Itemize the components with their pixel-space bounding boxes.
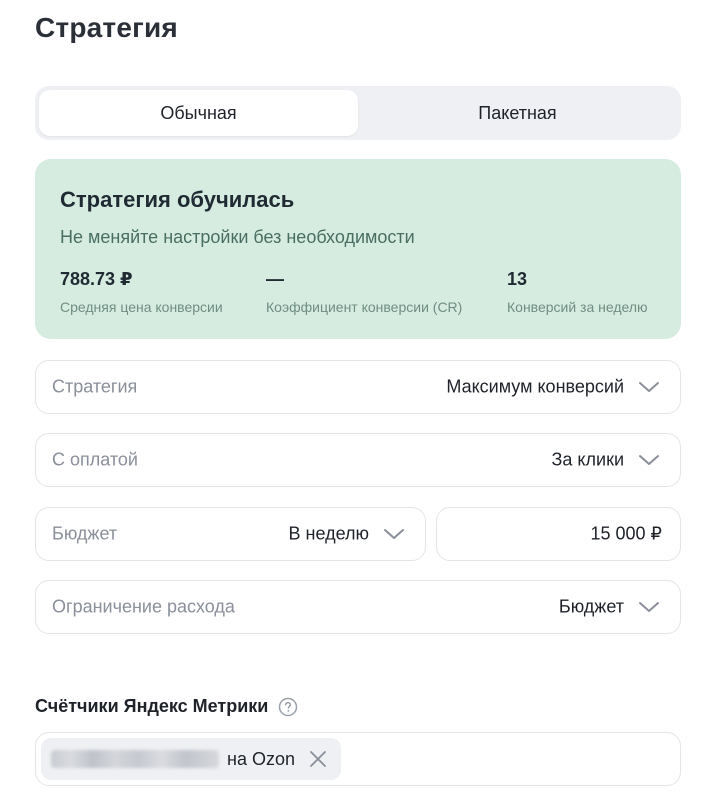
spend-limit-label: Ограничение расхода (52, 596, 235, 617)
counter-tag-label: на Ozon (227, 748, 295, 769)
budget-period-value: В неделю (288, 523, 369, 544)
tab-regular[interactable]: Обычная (39, 90, 358, 136)
chevron-down-icon (639, 382, 659, 392)
status-title: Стратегия обучилась (60, 187, 295, 212)
strategy-select[interactable]: Стратегия Максимум конверсий (35, 360, 681, 414)
payment-select[interactable]: С оплатой За клики (35, 433, 681, 487)
page-title: Стратегия (35, 12, 178, 43)
tab-package[interactable]: Пакетная (358, 90, 677, 136)
payment-select-label: С оплатой (52, 449, 138, 470)
counter-tag[interactable]: на Ozon (41, 738, 341, 780)
close-icon[interactable] (309, 750, 327, 768)
stat-value: — (266, 269, 284, 289)
spend-limit-select[interactable]: Ограничение расхода Бюджет (35, 580, 681, 634)
strategy-select-value: Максимум конверсий (446, 376, 624, 397)
spend-limit-value: Бюджет (558, 596, 624, 617)
stat-label: Средняя цена конверсии (60, 299, 223, 315)
stat-label: Коэффициент конверсии (CR) (266, 299, 463, 315)
metrika-title-text: Счётчики Яндекс Метрики (35, 696, 269, 716)
question-circle-icon[interactable] (278, 697, 298, 717)
status-subtitle: Не меняйте настройки без необходимости (60, 227, 415, 247)
stat-value: 788.73 ₽ (60, 269, 133, 289)
stat-weekly-conversions: 13 Конверсий за неделю (507, 269, 648, 315)
chevron-down-icon (384, 529, 404, 539)
strategy-type-switch: Обычная Пакетная (35, 86, 681, 140)
stat-value: 13 (507, 269, 528, 289)
budget-amount-value: 15 000 ₽ (590, 523, 662, 544)
chevron-down-icon (639, 455, 659, 465)
metrika-section-title: Счётчики Яндекс Метрики (35, 696, 298, 717)
stat-conversion-rate: — Коэффициент конверсии (CR) (266, 269, 462, 315)
strategy-select-label: Стратегия (52, 376, 138, 397)
budget-period-select[interactable]: Бюджет В неделю (35, 507, 426, 561)
chevron-down-icon (639, 602, 659, 612)
payment-select-value: За клики (551, 449, 624, 470)
budget-amount-input[interactable]: 15 000 ₽ (436, 507, 681, 561)
metrika-counters-input[interactable]: на Ozon (35, 732, 681, 786)
budget-label: Бюджет (52, 523, 118, 544)
blurred-counter-name (51, 750, 219, 768)
stat-avg-conversion-cost: 788.73 ₽ Средняя цена конверсии (60, 269, 223, 315)
stat-label: Конверсий за неделю (507, 299, 648, 315)
strategy-status-card: Стратегия обучилась Не меняйте настройки… (35, 159, 681, 339)
